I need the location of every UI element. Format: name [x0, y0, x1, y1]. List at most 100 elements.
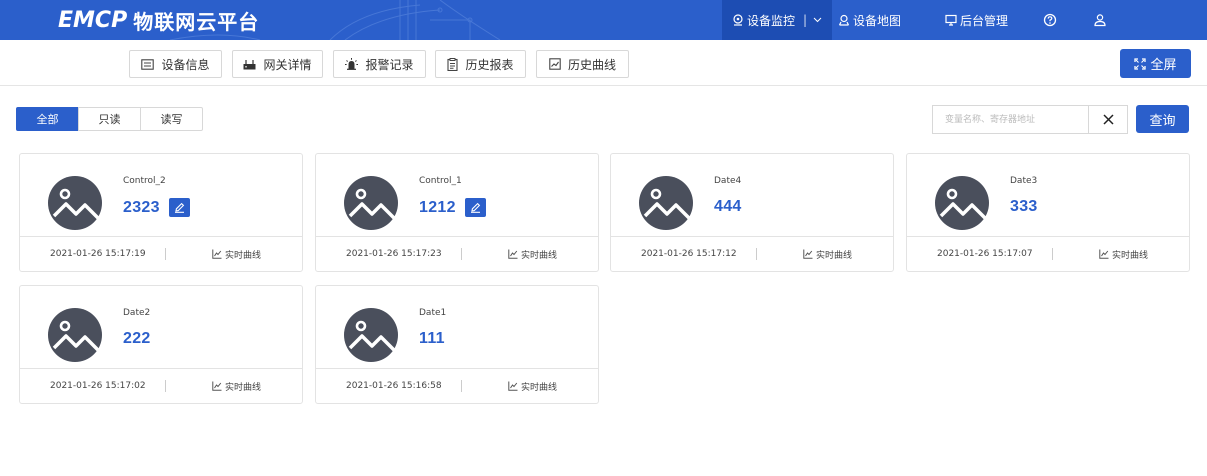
sub-toolbar: 设备信息 网关详情 报警记录 历史报表 历史曲线 全屏	[0, 40, 1207, 86]
realtime-curve-label: 实时曲线	[521, 382, 558, 393]
top-navbar: EMCP 物联网云平台 设备监控 | 设备地图 后台管理	[0, 0, 1207, 40]
close-icon	[1102, 114, 1114, 125]
tab-label: 历史曲线	[567, 57, 616, 72]
variable-card: Date4 444 2021-01-26 15:17:12 实时曲线	[610, 153, 894, 272]
realtime-curve-link[interactable]: 实时曲线	[212, 248, 261, 261]
fullscreen-icon	[1134, 57, 1147, 70]
variable-value: 2323	[123, 198, 160, 216]
tab-label: 报警记录	[365, 57, 414, 72]
tab-label: 历史报表	[465, 57, 514, 72]
realtime-curve-link[interactable]: 实时曲线	[508, 380, 557, 393]
realtime-curve-label: 实时曲线	[1112, 250, 1149, 261]
image-placeholder-icon	[639, 176, 693, 230]
footer-divider	[756, 248, 757, 260]
platform-title: 物联网云平台	[133, 9, 260, 34]
monitor-icon	[733, 14, 743, 26]
chart-icon	[549, 58, 561, 70]
edit-value-button[interactable]	[464, 198, 486, 217]
footer-divider	[461, 380, 462, 392]
info-icon	[141, 58, 155, 70]
tab-history-curves[interactable]: 历史曲线	[536, 50, 629, 78]
edit-icon	[174, 202, 184, 213]
segment-read-write[interactable]: 读写	[140, 107, 203, 131]
help-button[interactable]	[1038, 0, 1062, 40]
nav-admin-label: 后台管理	[960, 13, 1009, 28]
update-time: 2021-01-26 15:16:58	[346, 381, 442, 391]
variable-name: Control_2	[123, 176, 166, 186]
realtime-curve-link[interactable]: 实时曲线	[212, 380, 261, 393]
fullscreen-label: 全屏	[1150, 58, 1177, 73]
variable-value: 444	[714, 198, 742, 215]
image-placeholder-icon	[344, 176, 398, 230]
search-input[interactable]	[933, 106, 1089, 133]
realtime-curve-label: 实时曲线	[225, 250, 262, 261]
nav-admin[interactable]: 后台管理	[945, 0, 1008, 40]
realtime-curve-link[interactable]: 实时曲线	[1099, 248, 1148, 261]
chevron-down-icon[interactable]	[813, 17, 822, 23]
footer-divider	[165, 248, 166, 260]
access-filter-segment: 全部 只读 读写	[16, 107, 203, 131]
tab-alarm-records[interactable]: 报警记录	[333, 50, 426, 78]
edit-value-button[interactable]	[168, 198, 190, 217]
nav-map-label: 设备地图	[853, 13, 902, 28]
brand[interactable]: EMCP 物联网云平台	[58, 5, 259, 35]
edit-icon	[470, 202, 480, 213]
variable-card: Control_1 1212 2021-01-26 15:17:23 实时曲线	[315, 153, 599, 272]
segment-read-only[interactable]: 只读	[78, 107, 141, 131]
tab-history-reports[interactable]: 历史报表	[435, 50, 526, 78]
image-placeholder-icon	[344, 308, 398, 362]
footer-divider	[461, 248, 462, 260]
variable-value: 1212	[419, 198, 456, 216]
variable-name: Date3	[1010, 176, 1038, 186]
variable-card: Control_2 2323 2021-01-26 15:17:19 实时曲线	[19, 153, 303, 272]
variable-card: Date1 111 2021-01-26 15:16:58 实时曲线	[315, 285, 599, 404]
line-chart-icon	[803, 249, 813, 259]
image-placeholder-icon	[48, 176, 102, 230]
user-icon	[1094, 14, 1106, 27]
line-chart-icon	[212, 381, 222, 391]
variable-card: Date2 222 2021-01-26 15:17:02 实时曲线	[19, 285, 303, 404]
realtime-curve-link[interactable]: 实时曲线	[803, 248, 852, 261]
realtime-curve-label: 实时曲线	[521, 250, 558, 261]
line-chart-icon	[508, 381, 518, 391]
report-icon	[447, 57, 459, 71]
variable-value: 222	[123, 330, 151, 347]
logo-text: EMCP	[58, 7, 128, 33]
update-time: 2021-01-26 15:17:23	[346, 249, 442, 259]
alarm-icon	[345, 58, 359, 70]
user-menu-button[interactable]	[1088, 0, 1112, 40]
footer-divider	[1052, 248, 1053, 260]
image-placeholder-icon	[48, 308, 102, 362]
nav-device-map[interactable]: 设备地图	[838, 0, 901, 40]
location-icon	[838, 14, 850, 26]
realtime-curve-label: 实时曲线	[225, 382, 262, 393]
realtime-curve-link[interactable]: 实时曲线	[508, 248, 557, 261]
update-time: 2021-01-26 15:17:07	[937, 249, 1033, 259]
realtime-curve-label: 实时曲线	[816, 250, 853, 261]
tab-gateway-details[interactable]: 网关详情	[232, 50, 323, 78]
clear-search-button[interactable]	[1089, 106, 1127, 133]
update-time: 2021-01-26 15:17:12	[641, 249, 737, 259]
nav-monitor-label: 设备监控	[747, 13, 796, 28]
variable-name: Date2	[123, 308, 151, 318]
variable-name: Control_1	[419, 176, 462, 186]
update-time: 2021-01-26 15:17:02	[50, 381, 146, 391]
search-box	[932, 105, 1128, 134]
update-time: 2021-01-26 15:17:19	[50, 249, 146, 259]
segment-all[interactable]: 全部	[16, 107, 79, 131]
tab-device-info[interactable]: 设备信息	[129, 50, 222, 78]
nav-device-monitor[interactable]: 设备监控 |	[722, 0, 833, 40]
variable-value: 333	[1010, 198, 1038, 215]
variable-value: 111	[419, 330, 445, 347]
gateway-icon	[243, 59, 256, 69]
footer-divider	[165, 380, 166, 392]
image-placeholder-icon	[935, 176, 989, 230]
query-button[interactable]: 查询	[1136, 105, 1189, 133]
variable-card: Date3 333 2021-01-26 15:17:07 实时曲线	[906, 153, 1190, 272]
nav-separator: |	[803, 13, 808, 27]
fullscreen-button[interactable]: 全屏	[1120, 49, 1191, 78]
tab-label: 网关详情	[263, 57, 312, 72]
variable-name: Date4	[714, 176, 742, 186]
tab-label: 设备信息	[161, 57, 210, 72]
line-chart-icon	[508, 249, 518, 259]
